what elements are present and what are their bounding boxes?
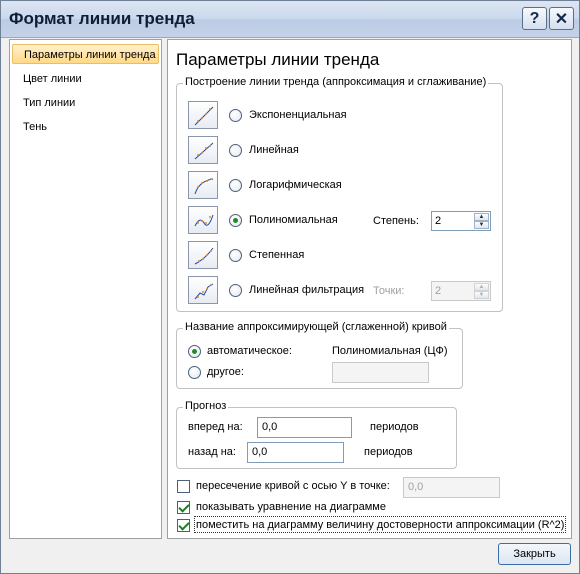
nav-item-line-style[interactable]: Тип линии [12,93,159,113]
close-icon: ✕ [554,10,569,28]
option-label-power: Степенная [249,249,305,261]
nav-item-label: Тип линии [23,97,76,109]
help-icon: ? [529,9,540,27]
intercept-label: пересечение кривой с осью Y в точке: [196,480,390,492]
backward-label: назад на: [188,446,236,458]
polynomial-trend-icon [188,206,218,234]
help-button[interactable]: ? [522,7,547,30]
option-label-exponential: Экспоненциальная [249,109,347,121]
backward-periods-input[interactable]: 0,0 [247,442,344,463]
linear-trend-icon [188,136,218,164]
close-button[interactable]: Закрыть [498,543,571,565]
nav-item-label: Параметры линии тренда [24,49,156,61]
show-r2-label: поместить на диаграмму величину достовер… [196,519,565,531]
radio-linear[interactable] [229,144,242,157]
points-spinner[interactable]: 2 ▲ ▼ [431,281,491,301]
radio-moving-average[interactable] [229,284,242,297]
exponential-trend-icon [188,101,218,129]
nav-item-shadow[interactable]: Тень [12,117,159,137]
points-label: Точки: [373,285,405,297]
close-window-button[interactable]: ✕ [549,7,574,30]
intercept-checkbox[interactable] [177,480,190,493]
forecast-group: Прогноз вперед на: 0,0 периодов назад на… [176,400,457,469]
moving-average-trend-icon [188,276,218,304]
category-nav: Параметры линии тренда Цвет линии Тип ли… [9,39,162,539]
radio-exponential[interactable] [229,109,242,122]
nav-item-trendline-options[interactable]: Параметры линии тренда [12,44,159,64]
dialog-title: Формат линии тренда [9,9,195,28]
format-trendline-dialog: Формат линии тренда ? ✕ Параметры линии … [0,0,580,574]
panel-title: Параметры линии тренда [176,50,380,69]
radio-name-custom[interactable] [188,366,201,379]
show-equation-checkbox[interactable] [177,501,190,514]
trendline-name-group: Название аппроксимирующей (сглаженной) к… [176,321,463,389]
custom-name-input[interactable] [332,362,429,383]
nav-item-label: Цвет линии [23,73,82,85]
custom-name-label: другое: [207,366,244,378]
option-label-logarithmic: Логарифмическая [249,179,342,191]
degree-label: Степень: [373,215,419,227]
spin-down-icon: ▼ [474,291,489,299]
group-legend: Название аппроксимирующей (сглаженной) к… [183,321,449,333]
title-bar[interactable]: Формат линии тренда ? ✕ [1,1,579,38]
radio-power[interactable] [229,249,242,262]
intercept-value-input[interactable]: 0,0 [403,477,500,498]
group-legend: Прогноз [183,400,229,412]
spin-up-icon: ▲ [474,283,489,291]
show-equation-label: показывать уравнение на диаграмме [196,501,386,513]
automatic-name-label: автоматическое: [207,345,292,357]
degree-spinner[interactable]: 2 ▲ ▼ [431,211,491,231]
points-value: 2 [435,285,442,297]
logarithmic-trend-icon [188,171,218,199]
forward-label: вперед на: [188,421,243,433]
degree-value: 2 [435,215,442,227]
spin-down-icon[interactable]: ▼ [474,221,489,229]
options-panel: Параметры линии тренда Построение линии … [167,39,572,539]
option-label-moving-average: Линейная фильтрация [249,284,365,296]
power-trend-icon [188,241,218,269]
option-label-polynomial: Полиномиальная [249,214,338,226]
radio-name-automatic[interactable] [188,345,201,358]
forward-periods-input[interactable]: 0,0 [257,417,352,438]
trend-type-group: Построение линии тренда (аппроксимация и… [176,76,503,312]
radio-logarithmic[interactable] [229,179,242,192]
nav-item-line-color[interactable]: Цвет линии [12,69,159,89]
automatic-name-value: Полиномиальная (ЦФ) [332,345,448,357]
show-r2-checkbox[interactable] [177,519,190,532]
radio-polynomial[interactable] [229,214,242,227]
forward-periods-unit: периодов [370,421,419,433]
option-label-linear: Линейная [249,144,299,156]
backward-periods-unit: периодов [364,446,413,458]
group-legend: Построение линии тренда (аппроксимация и… [183,76,489,88]
nav-item-label: Тень [23,121,48,133]
spin-up-icon[interactable]: ▲ [474,213,489,221]
